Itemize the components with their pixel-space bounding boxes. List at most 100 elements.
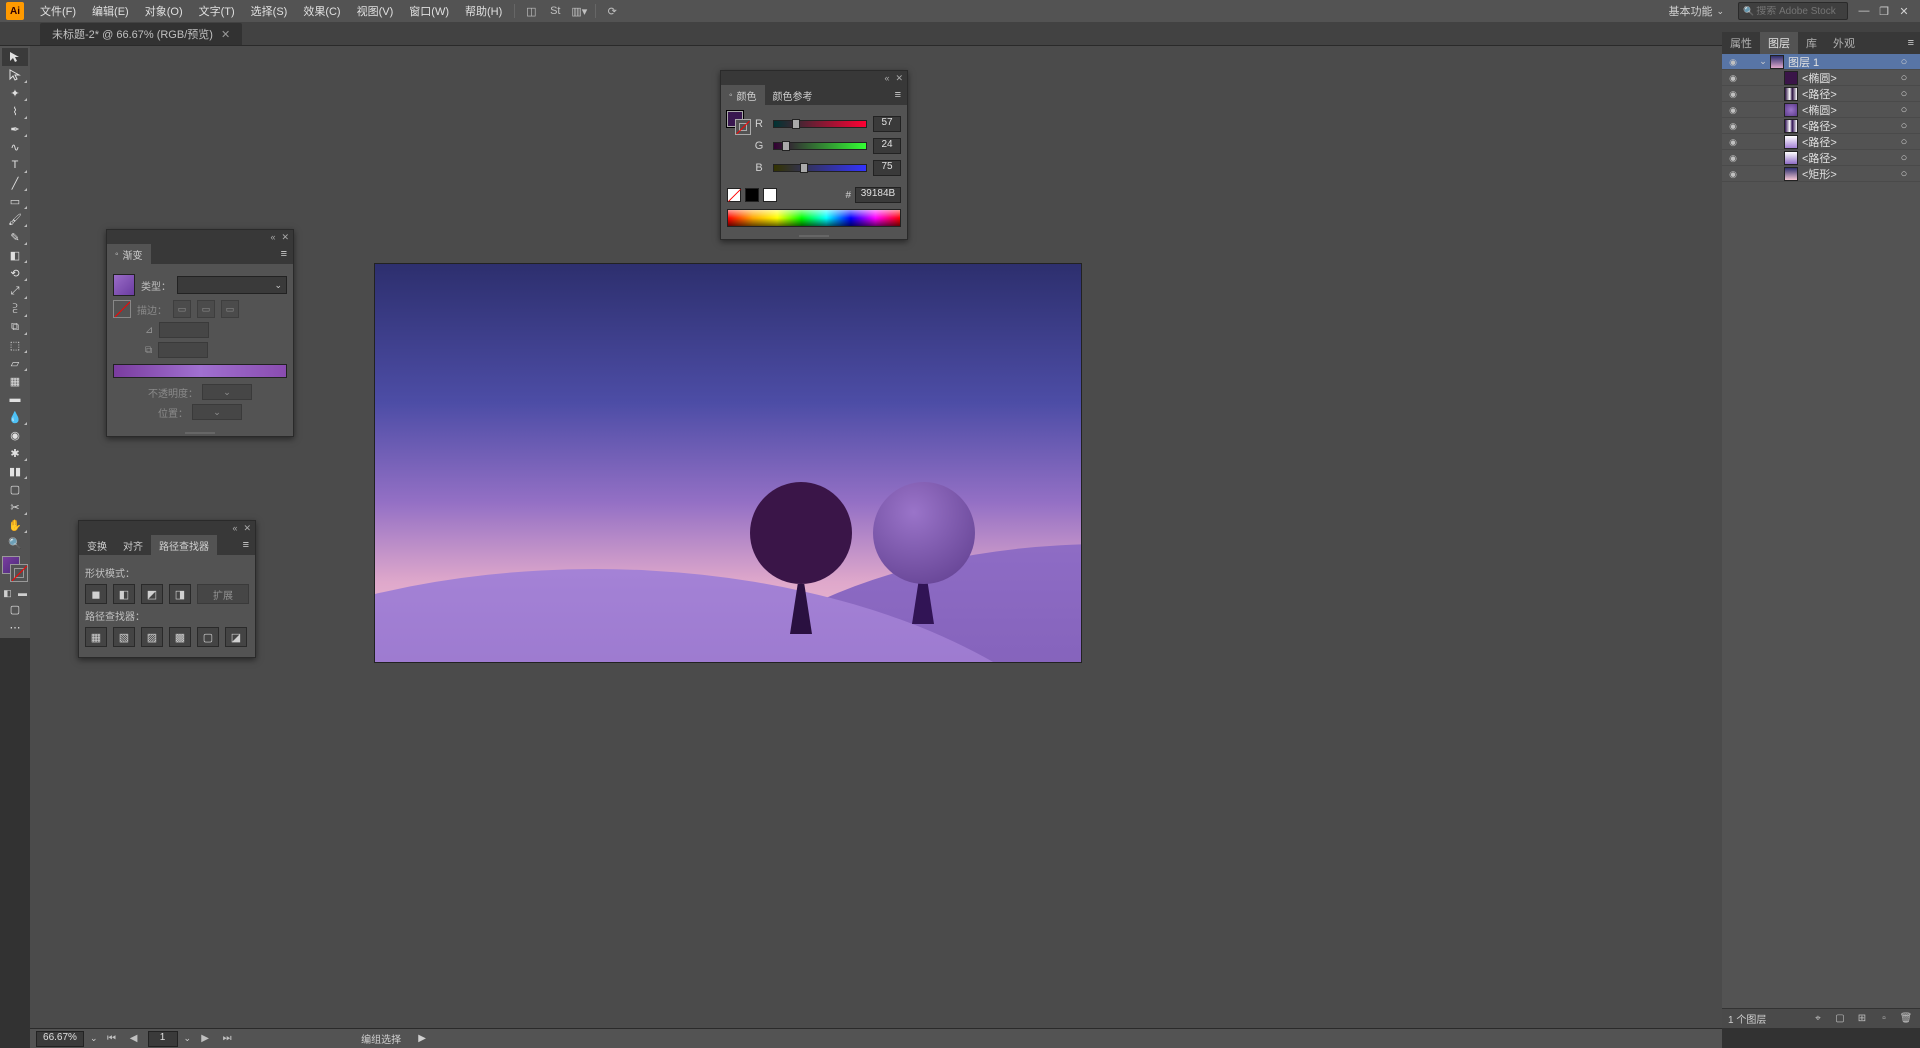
r-slider[interactable]	[773, 120, 867, 128]
g-slider-thumb[interactable]	[782, 141, 790, 151]
layer-row[interactable]: ⌄图层 1○	[1722, 54, 1920, 70]
workspace-select[interactable]: 基本功能 ⌄	[1660, 1, 1732, 21]
visibility-icon[interactable]	[1722, 56, 1744, 68]
close-panel-icon[interactable]: ✕	[243, 523, 251, 534]
merge-button[interactable]: ▨	[141, 627, 163, 647]
menu-window[interactable]: 窗口(W)	[401, 0, 457, 22]
visibility-icon[interactable]	[1722, 152, 1744, 164]
close-tab-icon[interactable]: ✕	[221, 28, 230, 41]
color-guide-tab[interactable]: 颜色参考	[765, 85, 821, 105]
rectangle-tool[interactable]: ▭	[2, 192, 28, 210]
target-icon[interactable]: ○	[1896, 104, 1912, 116]
eyedropper-tool[interactable]: 💧	[2, 408, 28, 426]
pathfinder-tab[interactable]: 路径查找器	[151, 535, 217, 555]
angle-input[interactable]	[159, 322, 209, 338]
target-icon[interactable]: ○	[1896, 136, 1912, 148]
mesh-tool[interactable]: ▦	[2, 372, 28, 390]
type-tool[interactable]: T	[2, 156, 28, 174]
prev-artboard-icon[interactable]: ◀	[126, 1031, 142, 1047]
close-panel-icon[interactable]: ✕	[895, 73, 903, 84]
search-box[interactable]: 🔍	[1738, 2, 1848, 20]
r-slider-thumb[interactable]	[792, 119, 800, 129]
opacity-input[interactable]: ⌄	[202, 384, 252, 400]
shape-builder-tool[interactable]: ⬚	[2, 336, 28, 354]
scale-tool[interactable]: ⤢	[2, 282, 28, 300]
layer-row[interactable]: <路径>○	[1722, 118, 1920, 134]
artboard-tool[interactable]: ▢	[2, 480, 28, 498]
visibility-icon[interactable]	[1722, 104, 1744, 116]
menu-help[interactable]: 帮助(H)	[457, 0, 510, 22]
layers-tab[interactable]: 图层	[1760, 32, 1798, 54]
menu-edit[interactable]: 编辑(E)	[84, 0, 137, 22]
layer-row[interactable]: <路径>○	[1722, 134, 1920, 150]
intersect-button[interactable]: ◩	[141, 584, 163, 604]
target-icon[interactable]: ○	[1896, 56, 1912, 68]
eraser-tool[interactable]: ◧	[2, 246, 28, 264]
gradient-panel-menu-icon[interactable]: ≡	[275, 248, 293, 260]
layer-name[interactable]: <椭圆>	[1802, 102, 1896, 118]
width-tool[interactable]: ⫔	[2, 300, 28, 318]
align-tab[interactable]: 对齐	[115, 535, 151, 555]
menu-type[interactable]: 文字(T)	[191, 0, 243, 22]
expand-button[interactable]: 扩展	[197, 584, 249, 604]
locate-object-icon[interactable]: ⌖	[1810, 1011, 1826, 1027]
b-slider[interactable]	[773, 164, 867, 172]
g-slider[interactable]	[773, 142, 867, 150]
last-artboard-icon[interactable]: ⏭	[219, 1031, 235, 1047]
target-icon[interactable]: ○	[1896, 168, 1912, 180]
trim-button[interactable]: ▧	[113, 627, 135, 647]
visibility-icon[interactable]	[1722, 88, 1744, 100]
layer-name[interactable]: <路径>	[1802, 118, 1896, 134]
visibility-icon[interactable]	[1722, 72, 1744, 84]
gradient-mode-icon[interactable]: ▬	[15, 586, 30, 600]
layer-name[interactable]: 图层 1	[1788, 54, 1896, 70]
crop-button[interactable]: ▩	[169, 627, 191, 647]
b-slider-thumb[interactable]	[800, 163, 808, 173]
edit-toolbar-tool[interactable]: ⋯	[2, 618, 28, 636]
arrange-icon[interactable]: ▥▾	[571, 3, 587, 19]
type-select[interactable]: ⌄	[177, 276, 287, 294]
delete-layer-icon[interactable]: 🗑	[1898, 1011, 1914, 1027]
visibility-icon[interactable]	[1722, 136, 1744, 148]
gradient-panel[interactable]: « ✕ ◦渐变 ≡ 类型： ⌄ 描边： ▭ ▭ ▭ ⊿ ⧉	[106, 229, 294, 437]
magic-wand-tool[interactable]: ✦	[2, 84, 28, 102]
none-swatch[interactable]	[727, 188, 741, 202]
minus-back-button[interactable]: ◪	[225, 627, 247, 647]
lasso-tool[interactable]: ⌇	[2, 102, 28, 120]
rotate-tool[interactable]: ⟲	[2, 264, 28, 282]
stock-icon[interactable]: St	[547, 3, 563, 19]
libraries-tab[interactable]: 库	[1798, 32, 1825, 54]
collapse-icon[interactable]: «	[270, 232, 275, 242]
layer-name[interactable]: <路径>	[1802, 86, 1896, 102]
layer-name[interactable]: <矩形>	[1802, 166, 1896, 182]
tree1-crown-shape[interactable]	[750, 482, 852, 584]
collapse-icon[interactable]: «	[884, 73, 889, 83]
direct-selection-tool[interactable]	[2, 66, 28, 84]
layer-name[interactable]: <椭圆>	[1802, 70, 1896, 86]
gradient-panel-head[interactable]: « ✕	[107, 230, 293, 244]
stroke-swatch[interactable]	[10, 564, 28, 582]
visibility-icon[interactable]	[1722, 120, 1744, 132]
close-icon[interactable]: ✕	[1894, 1, 1914, 21]
divide-button[interactable]: ▦	[85, 627, 107, 647]
layer-name[interactable]: <路径>	[1802, 134, 1896, 150]
target-icon[interactable]: ○	[1896, 72, 1912, 84]
pen-tool[interactable]: ✒	[2, 120, 28, 138]
appearance-tab[interactable]: 外观	[1825, 32, 1863, 54]
aspect-input[interactable]	[158, 342, 208, 358]
layer-row[interactable]: <矩形>○	[1722, 166, 1920, 182]
new-sublayer-icon[interactable]: ⊞	[1854, 1011, 1870, 1027]
layer-name[interactable]: <路径>	[1802, 150, 1896, 166]
position-input[interactable]: ⌄	[192, 404, 242, 420]
b-value[interactable]: 75	[873, 160, 901, 176]
first-artboard-icon[interactable]: ⏮	[104, 1031, 120, 1047]
tree2-crown-shape[interactable]	[873, 482, 975, 584]
target-icon[interactable]: ○	[1896, 120, 1912, 132]
curvature-tool[interactable]: ∿	[2, 138, 28, 156]
color-proxy[interactable]	[727, 111, 751, 135]
white-swatch[interactable]	[763, 188, 777, 202]
document-tab[interactable]: 未标题-2* @ 66.67% (RGB/预览) ✕	[40, 23, 242, 45]
target-icon[interactable]: ○	[1896, 88, 1912, 100]
minus-front-button[interactable]: ◧	[113, 584, 135, 604]
menu-file[interactable]: 文件(F)	[32, 0, 84, 22]
